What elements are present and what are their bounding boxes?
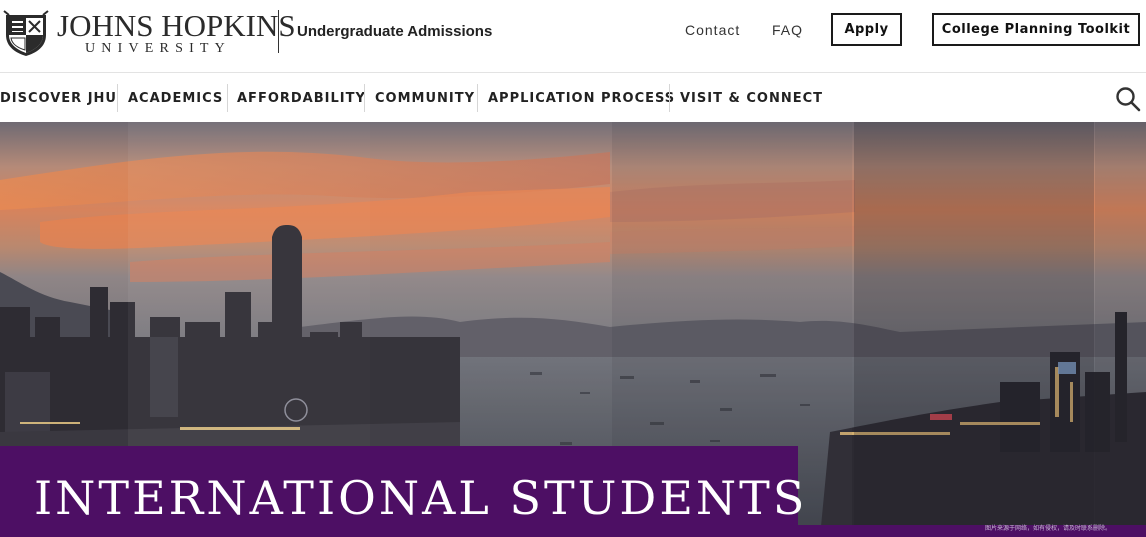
site-header: JOHNS HOPKINS UNIVERSITY Undergraduate A… <box>0 0 1146 73</box>
search-icon[interactable] <box>1114 85 1142 113</box>
image-credit: 图片来源于网络，如有侵权，请及时联系删除。 <box>985 525 1112 532</box>
college-planning-toolkit-button[interactable]: College Planning Toolkit <box>932 13 1140 46</box>
header-divider <box>278 10 279 53</box>
nav-application-process[interactable]: APPLICATION PROCESS <box>488 74 675 122</box>
logo-wordmark: JOHNS HOPKINS <box>57 8 296 43</box>
nav-separator <box>227 84 228 112</box>
nav-separator <box>477 84 478 112</box>
contact-link[interactable]: Contact <box>685 22 740 38</box>
page-title: INTERNATIONAL STUDENTS <box>34 471 808 525</box>
shield-icon <box>3 10 49 56</box>
apply-button[interactable]: Apply <box>831 13 902 46</box>
nav-separator <box>669 84 670 112</box>
nav-separator <box>117 84 118 112</box>
nav-community[interactable]: COMMUNITY <box>375 74 475 122</box>
nav-academics[interactable]: ACADEMICS <box>128 74 223 122</box>
site-name-link[interactable]: Undergraduate Admissions <box>297 23 492 40</box>
faq-link[interactable]: FAQ <box>772 22 803 38</box>
main-nav: DISCOVER JHU ACADEMICS AFFORDABILITY COM… <box>0 74 1146 122</box>
nav-discover-jhu[interactable]: DISCOVER JHU <box>0 74 117 122</box>
jhu-logo[interactable]: JOHNS HOPKINS UNIVERSITY <box>3 8 296 58</box>
nav-affordability[interactable]: AFFORDABILITY <box>237 74 366 122</box>
nav-separator <box>364 84 365 112</box>
nav-visit-connect[interactable]: VISIT & CONNECT <box>680 74 823 122</box>
logo-subtitle: UNIVERSITY <box>85 41 231 56</box>
